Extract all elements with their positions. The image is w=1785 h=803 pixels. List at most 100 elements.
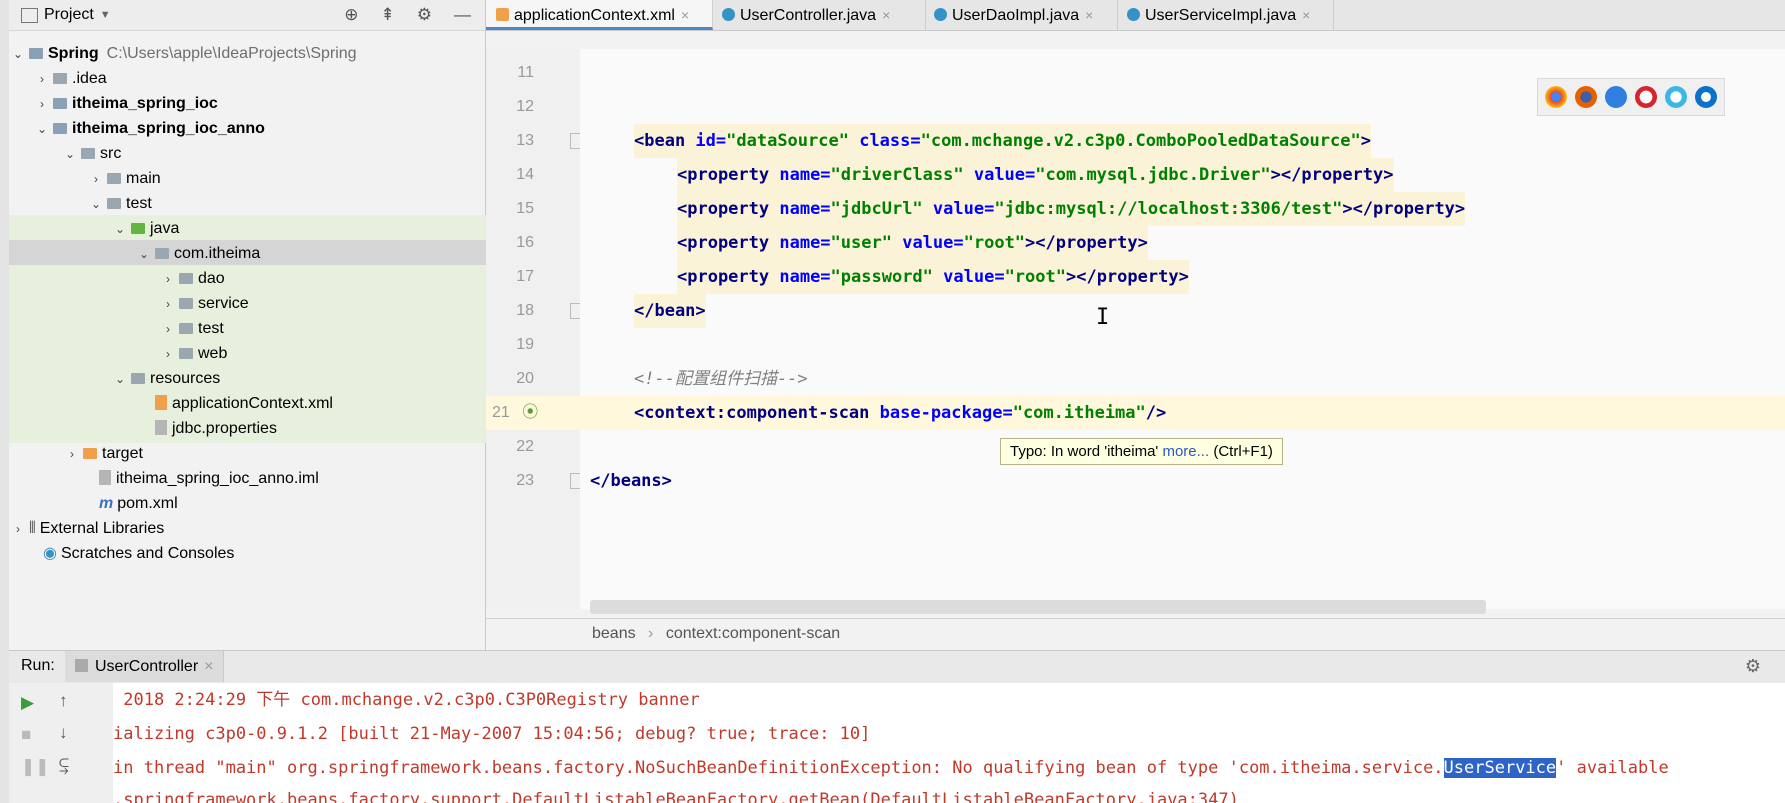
console-line: in thread "main" org.springframework.bea… — [113, 758, 1669, 778]
tree-item-itheima-spring-ioc[interactable]: › itheima_spring_ioc — [9, 90, 511, 118]
code-editor[interactable]: <bean id="dataSource" class="com.mchange… — [580, 49, 1785, 609]
tree-item-external-libraries[interactable]: › ⫴ External Libraries — [9, 515, 487, 543]
console-line: .springframework.beans.factory.support.D… — [113, 790, 1239, 803]
collapsed-arrow-icon[interactable]: › — [35, 90, 49, 118]
text-cursor-icon: I — [1096, 305, 1110, 330]
settings-gear-icon[interactable]: ⚙ — [417, 5, 432, 25]
tree-item-target[interactable]: › target — [9, 440, 541, 468]
tree-item-src[interactable]: ⌄ src — [9, 140, 539, 168]
package-icon — [179, 323, 193, 334]
package-icon — [155, 248, 169, 259]
console-output[interactable]: 2018 2:24:29 下午 com.mchange.v2.c3p0.C3P0… — [113, 683, 1785, 803]
console-line: 2018 2:24:29 下午 com.mchange.v2.c3p0.C3P0… — [113, 690, 700, 710]
collapsed-arrow-icon[interactable]: › — [161, 315, 175, 343]
tab-usercontroller[interactable]: UserController.java × — [712, 0, 926, 30]
expand-arrow-icon[interactable]: ⌄ — [137, 240, 151, 268]
code-line-15[interactable]: <property name="jdbcUrl" value="jdbc:mys… — [677, 192, 1466, 226]
xml-file-icon — [496, 8, 509, 21]
tree-item-test[interactable]: ⌄ test — [9, 190, 565, 218]
stop-icon[interactable]: ■ — [21, 725, 31, 745]
code-line-21[interactable]: <context:component-scan base-package="co… — [634, 396, 1166, 430]
folder-icon — [53, 73, 67, 84]
breadcrumb-item[interactable]: beans — [592, 625, 636, 642]
editor-gutter: 11 12 13 14 15 16 17 18 19 20 21 ⦿ 22 23 — [486, 49, 582, 609]
opera-icon[interactable] — [1635, 86, 1657, 108]
collapsed-arrow-icon[interactable]: › — [161, 340, 175, 368]
close-icon[interactable]: × — [1085, 7, 1093, 23]
code-line-13[interactable]: <bean id="dataSource" class="com.mchange… — [634, 124, 1371, 158]
breadcrumb-item[interactable]: context:component-scan — [666, 625, 840, 642]
chrome-icon[interactable] — [1545, 86, 1567, 108]
more-link[interactable]: more... — [1162, 443, 1209, 460]
iml-file-icon — [99, 470, 111, 485]
xml-file-icon — [155, 395, 167, 410]
expand-arrow-icon[interactable]: ⌄ — [89, 190, 103, 218]
chevron-right-icon: › — [648, 625, 654, 642]
tree-item-spring[interactable]: ⌄ Spring C:\Users\apple\IdeaProjects\Sprin… — [9, 40, 487, 68]
code-line-14[interactable]: <property name="driverClass" value="com.… — [677, 158, 1394, 192]
dropdown-icon[interactable]: ▼ — [100, 9, 111, 21]
collapsed-arrow-icon[interactable]: › — [35, 65, 49, 93]
run-panel-header: Run: UserController × ⚙ — [9, 650, 1785, 684]
code-line-23[interactable]: </beans> — [590, 464, 672, 498]
code-line-20[interactable]: <!--配置组件扫描--> — [634, 362, 808, 396]
collapsed-arrow-icon[interactable]: › — [161, 290, 175, 318]
code-line-16[interactable]: <property name="user" value="root"></pro… — [677, 226, 1148, 260]
tree-item-itheima-spring-ioc-anno[interactable]: ⌄ itheima_spring_ioc_anno — [9, 115, 511, 143]
line-number: 16 — [516, 234, 534, 251]
collapsed-arrow-icon[interactable]: › — [65, 440, 79, 468]
folder-icon — [81, 148, 95, 159]
collapse-icon[interactable]: ⇞ — [381, 5, 395, 25]
close-icon[interactable]: × — [882, 7, 890, 23]
class-icon — [1127, 8, 1140, 21]
edge-icon[interactable] — [1695, 86, 1717, 108]
class-icon — [75, 659, 88, 672]
locate-icon[interactable]: ⊕ — [344, 5, 358, 25]
tab-userserviceimpl[interactable]: UserServiceImpl.java × — [1117, 0, 1334, 30]
test-folder-icon — [131, 223, 145, 234]
expand-arrow-icon[interactable]: ⌄ — [113, 215, 127, 243]
project-panel: Project ▼ ⊕ ⇞ ⚙ — ⌄ Spring C:\Users\apple\… — [9, 0, 637, 650]
safari-icon[interactable] — [1605, 86, 1627, 108]
spring-bean-gutter-icon[interactable]: ⦿ — [522, 404, 538, 421]
collapsed-arrow-icon[interactable]: › — [89, 165, 103, 193]
settings-gear-icon[interactable]: ⚙ — [1745, 656, 1761, 677]
line-number: 13 — [516, 132, 534, 149]
package-icon — [179, 298, 193, 309]
expand-arrow-icon[interactable]: ⌄ — [11, 40, 25, 68]
close-icon[interactable]: × — [204, 658, 213, 675]
tree-item-main[interactable]: › main — [9, 165, 565, 193]
selected-text: UserService — [1443, 758, 1557, 778]
rerun-icon[interactable]: ▶ — [21, 693, 34, 713]
soft-wrap-icon[interactable]: ⥹ — [59, 755, 69, 775]
line-number: 23 — [516, 472, 534, 489]
close-icon[interactable]: × — [1302, 7, 1310, 23]
down-arrow-icon[interactable]: ↓ — [59, 723, 68, 743]
run-label: Run: — [21, 657, 55, 674]
hide-icon[interactable]: — — [454, 5, 471, 25]
close-icon[interactable]: × — [681, 7, 689, 23]
firefox-icon[interactable] — [1575, 86, 1597, 108]
up-arrow-icon[interactable]: ↑ — [59, 691, 68, 711]
expand-arrow-icon[interactable]: ⌄ — [35, 115, 49, 143]
pause-icon[interactable]: ❚❚ — [21, 757, 50, 777]
package-icon — [179, 273, 193, 284]
tab-applicationcontext[interactable]: applicationContext.xml × — [486, 0, 713, 30]
tree-item-scratches[interactable]: ◉ Scratches and Consoles — [9, 540, 515, 568]
ie-icon[interactable] — [1665, 86, 1687, 108]
folder-icon — [107, 173, 121, 184]
tree-item-idea[interactable]: › .idea — [9, 65, 511, 93]
code-line-18[interactable]: </bean> — [634, 294, 706, 328]
code-line-17[interactable]: <property name="password" value="root"><… — [677, 260, 1189, 294]
line-number: 19 — [516, 336, 534, 353]
tab-userdaoimpl[interactable]: UserDaoImpl.java × — [924, 0, 1118, 30]
horizontal-scrollbar[interactable] — [590, 600, 1486, 614]
collapsed-arrow-icon[interactable]: › — [161, 265, 175, 293]
collapsed-arrow-icon[interactable]: › — [11, 515, 25, 543]
expand-arrow-icon[interactable]: ⌄ — [113, 365, 127, 393]
project-title[interactable]: Project — [44, 6, 94, 24]
run-tab[interactable]: UserController × — [65, 651, 225, 682]
run-toolbar: ▶ ■ ❚❚ ↑ ↓ ⥹ — [9, 683, 113, 803]
module-folder-icon — [53, 123, 67, 134]
expand-arrow-icon[interactable]: ⌄ — [63, 140, 77, 168]
